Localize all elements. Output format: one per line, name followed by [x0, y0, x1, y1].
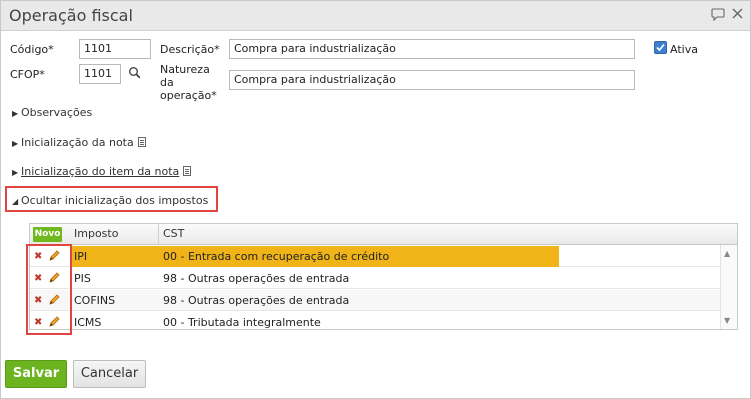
- codigo-label: Código*: [10, 43, 54, 56]
- delete-icon[interactable]: ✖: [34, 317, 42, 328]
- delete-icon[interactable]: ✖: [34, 251, 42, 262]
- natureza-input[interactable]: Compra para industrialização: [229, 70, 635, 90]
- close-icon[interactable]: [729, 8, 745, 24]
- section-inicializacao-item[interactable]: ▶ Inicialização do item da nota: [12, 165, 192, 178]
- scroll-down-icon[interactable]: ▼: [724, 316, 730, 325]
- dialog-title: Operação fiscal: [9, 6, 133, 25]
- table-row[interactable]: ✖ PIS 98 - Outras operações de entrada: [30, 268, 720, 289]
- natureza-label-line1: Natureza: [160, 63, 210, 76]
- pencil-icon[interactable]: [47, 249, 61, 263]
- section-observacoes[interactable]: ▶ Observações: [12, 106, 92, 119]
- section-ocultar-impostos[interactable]: ◢ Ocultar inicialização dos impostos: [12, 194, 208, 207]
- pencil-icon[interactable]: [47, 315, 61, 329]
- table-row[interactable]: ✖ IPI 00 - Entrada com recuperação de cr…: [30, 246, 720, 267]
- descricao-input[interactable]: Compra para industrialização: [229, 39, 635, 59]
- grid-scrollbar[interactable]: ▲ ▼: [720, 245, 737, 329]
- section-inicializacao-nota[interactable]: ▶ Inicialização da nota: [12, 136, 146, 149]
- table-row[interactable]: ✖ ICMS 00 - Tributada integralmente: [30, 312, 720, 329]
- cell-cst: 00 - Tributada integralmente: [163, 316, 321, 329]
- grid-header: Novo Imposto CST: [30, 224, 737, 245]
- expand-arrow-icon: ▶: [12, 139, 19, 148]
- pencil-icon[interactable]: [47, 271, 61, 285]
- search-icon[interactable]: [128, 66, 142, 80]
- cell-imposto: IPI: [74, 250, 88, 263]
- cell-imposto: ICMS: [74, 316, 102, 329]
- natureza-label-line3: operação*: [160, 89, 217, 102]
- section-observacoes-label: Observações: [21, 106, 93, 119]
- cell-imposto: PIS: [74, 272, 91, 285]
- document-icon: [183, 166, 192, 176]
- descricao-label: Descrição*: [160, 43, 220, 56]
- taxes-grid: Novo Imposto CST ✖ IPI 00 - Entrada com …: [29, 223, 738, 330]
- column-header-imposto[interactable]: Imposto: [70, 224, 159, 244]
- cell-cst: 98 - Outras operações de entrada: [163, 294, 350, 307]
- ativa-label: Ativa: [670, 43, 698, 56]
- section-inicializacao-item-label: Inicialização do item da nota: [21, 165, 180, 178]
- collapse-arrow-icon: ◢: [12, 197, 19, 206]
- document-icon: [137, 137, 146, 147]
- fiscal-operation-dialog: Operação fiscal Código* 1101 CFOP* 1101 …: [0, 0, 751, 399]
- scroll-up-icon[interactable]: ▲: [724, 249, 730, 258]
- cfop-label: CFOP*: [10, 68, 45, 81]
- title-bar: Operação fiscal: [1, 1, 750, 31]
- cell-cst: 98 - Outras operações de entrada: [163, 272, 350, 285]
- expand-arrow-icon: ▶: [12, 109, 19, 118]
- pencil-icon[interactable]: [47, 293, 61, 307]
- delete-icon[interactable]: ✖: [34, 273, 42, 284]
- ativa-checkbox[interactable]: [654, 41, 667, 54]
- section-inicializacao-nota-label: Inicialização da nota: [21, 136, 134, 149]
- save-button[interactable]: Salvar: [5, 360, 67, 388]
- section-ocultar-impostos-label: Ocultar inicialização dos impostos: [21, 194, 209, 207]
- new-button[interactable]: Novo: [33, 227, 62, 242]
- comment-icon[interactable]: [710, 8, 726, 24]
- cfop-input[interactable]: 1101: [79, 64, 121, 84]
- cell-imposto: COFINS: [74, 294, 116, 307]
- delete-icon[interactable]: ✖: [34, 295, 42, 306]
- expand-arrow-icon: ▶: [12, 168, 19, 177]
- cell-cst: 00 - Entrada com recuperação de crédito: [163, 250, 390, 263]
- codigo-input[interactable]: 1101: [79, 39, 151, 59]
- natureza-label-line2: da: [160, 76, 174, 89]
- column-header-cst[interactable]: CST: [159, 224, 719, 244]
- cancel-button[interactable]: Cancelar: [73, 360, 146, 388]
- table-row[interactable]: ✖ COFINS 98 - Outras operações de entrad…: [30, 290, 720, 311]
